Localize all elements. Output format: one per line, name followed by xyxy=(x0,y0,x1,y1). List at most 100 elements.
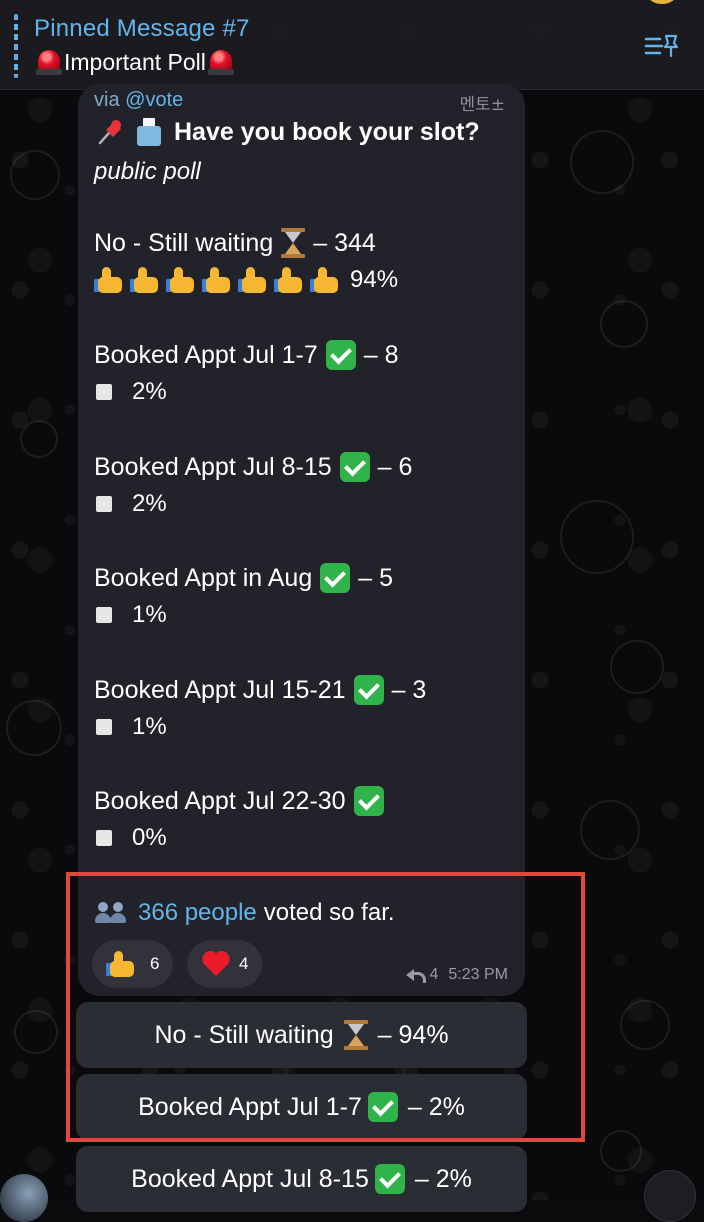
scroll-down-button[interactable] xyxy=(644,1170,696,1222)
pinned-list-icon[interactable] xyxy=(644,32,680,60)
red-heart-icon xyxy=(201,950,231,978)
option-text: Booked Appt Jul 8-15 xyxy=(94,452,332,481)
poll-option-bar: 1% xyxy=(94,711,514,743)
vote-button-suffix: – 2% xyxy=(407,1092,465,1121)
doodle xyxy=(560,500,634,574)
voters-link[interactable]: 366 people xyxy=(138,899,257,927)
people-icon xyxy=(94,901,128,925)
option-count: – 344 xyxy=(313,228,376,257)
option-count: – 8 xyxy=(363,340,399,369)
doodle xyxy=(14,1010,58,1054)
siren-icon xyxy=(206,48,236,76)
poll-option[interactable]: Booked Appt Jul 8-15 – 6 2% xyxy=(94,450,514,520)
option-percent: 2% xyxy=(132,490,167,517)
voters-summary: 366 people voted so far. xyxy=(94,899,395,927)
reaction-heart[interactable]: 4 xyxy=(187,940,263,988)
doodle xyxy=(6,700,62,756)
message-meta: 4 5:23 PM xyxy=(405,966,508,984)
check-mark-icon xyxy=(339,452,370,482)
vote-button-label: Booked Appt Jul 8-15 xyxy=(131,1164,369,1193)
thumbs-up-icon xyxy=(166,265,198,295)
vote-button-suffix: – 94% xyxy=(377,1020,449,1049)
voters-text: voted so far. xyxy=(263,899,395,926)
corner-text: 멘토± xyxy=(459,95,505,115)
reaction-thumbs-up[interactable]: 6 xyxy=(92,940,174,988)
poll-option-bar: 0% xyxy=(94,822,514,854)
pinned-subtitle-text: Important Poll xyxy=(64,48,206,75)
hourglass-icon xyxy=(343,1020,368,1050)
thumbs-up-icon xyxy=(106,949,138,979)
avatar[interactable] xyxy=(0,1174,48,1222)
poll-title-text: Have you book your slot? xyxy=(174,117,480,146)
pinned-title: Pinned Message #7 xyxy=(34,15,250,42)
vote-button-suffix: – 2% xyxy=(414,1164,472,1193)
white-square-icon xyxy=(96,607,112,623)
option-text: Booked Appt Jul 1-7 xyxy=(94,340,318,369)
doodle xyxy=(620,1000,670,1050)
poll-option-label: Booked Appt Jul 15-21 – 3 xyxy=(94,673,514,707)
poll-option[interactable]: Booked Appt Jul 15-21 – 3 1% xyxy=(94,673,514,743)
poll-option-bar: 1% xyxy=(94,599,514,631)
option-count: – 5 xyxy=(358,563,394,592)
check-mark-icon xyxy=(325,340,356,370)
poll-option[interactable]: Booked Appt in Aug – 5 1% xyxy=(94,561,514,631)
pinned-subtitle: Important Poll xyxy=(34,48,236,76)
vote-button-label: No - Still waiting xyxy=(154,1020,334,1049)
option-percent: 1% xyxy=(132,713,167,740)
partial-emoji-icon xyxy=(648,0,676,4)
message-time: 5:23 PM xyxy=(448,966,508,983)
forward-count: 4 xyxy=(429,966,439,983)
check-mark-icon xyxy=(353,675,384,705)
doodle xyxy=(600,300,648,348)
doodle xyxy=(20,420,58,458)
doodle xyxy=(580,800,640,860)
thumbs-up-icon xyxy=(274,265,306,295)
via-label: via xyxy=(94,89,120,111)
check-mark-icon xyxy=(374,1164,405,1194)
poll-option-bar: 2% xyxy=(94,488,514,520)
white-square-icon xyxy=(96,830,112,846)
option-percent: 0% xyxy=(132,824,167,851)
pinned-message-bar[interactable]: Pinned Message #7 Important Poll xyxy=(0,0,704,90)
poll-option[interactable]: Booked Appt Jul 22-30 0% xyxy=(94,784,514,854)
poll-option[interactable]: Booked Appt Jul 1-7 – 8 2% xyxy=(94,338,514,408)
ballot-box-icon xyxy=(134,116,166,148)
via-bot-line: via @vote xyxy=(94,89,183,112)
forward-icon xyxy=(405,968,426,983)
option-text: No - Still waiting xyxy=(94,228,274,257)
option-count: – 3 xyxy=(391,675,427,704)
option-percent: 2% xyxy=(132,378,167,405)
reaction-count: 4 xyxy=(239,954,249,973)
poll-option-label: No - Still waiting – 344 xyxy=(94,226,514,260)
vote-button-label: Booked Appt Jul 1-7 xyxy=(138,1092,362,1121)
poll-option-bar: 2% xyxy=(94,376,514,408)
vote-button[interactable]: No - Still waiting – 94% xyxy=(76,1002,527,1068)
reaction-count: 6 xyxy=(150,954,160,973)
white-square-icon xyxy=(96,384,112,400)
vote-button[interactable]: Booked Appt Jul 8-15 – 2% xyxy=(76,1146,527,1212)
pushpin-icon xyxy=(98,120,121,145)
option-count: – 6 xyxy=(377,452,413,481)
poll-title: Have you book your slot? xyxy=(94,116,480,148)
doodle xyxy=(600,1130,642,1172)
option-percent: 94% xyxy=(350,266,399,293)
poll-option[interactable]: No - Still waiting – 344 94% xyxy=(94,226,514,296)
doodle xyxy=(10,150,60,200)
doodle xyxy=(570,130,634,194)
poll-message-bubble[interactable]: via @vote 멘토± Have you book your slot? p… xyxy=(78,84,525,996)
hourglass-icon xyxy=(281,228,306,258)
option-text: Booked Appt Jul 22-30 xyxy=(94,786,346,815)
poll-option-label: Booked Appt in Aug – 5 xyxy=(94,561,514,595)
bot-username-link[interactable]: @vote xyxy=(125,89,183,111)
poll-option-label: Booked Appt Jul 8-15 – 6 xyxy=(94,450,514,484)
thumbs-up-icon xyxy=(310,265,342,295)
thumbs-up-icon xyxy=(94,265,126,295)
vote-button[interactable]: Booked Appt Jul 1-7 – 2% xyxy=(76,1074,527,1140)
thumbs-up-icon xyxy=(238,265,270,295)
white-square-icon xyxy=(96,496,112,512)
siren-icon xyxy=(34,48,64,76)
option-text: Booked Appt in Aug xyxy=(94,563,313,592)
option-percent: 1% xyxy=(132,601,167,628)
check-mark-icon xyxy=(367,1092,398,1122)
poll-option-label: Booked Appt Jul 22-30 xyxy=(94,784,514,818)
